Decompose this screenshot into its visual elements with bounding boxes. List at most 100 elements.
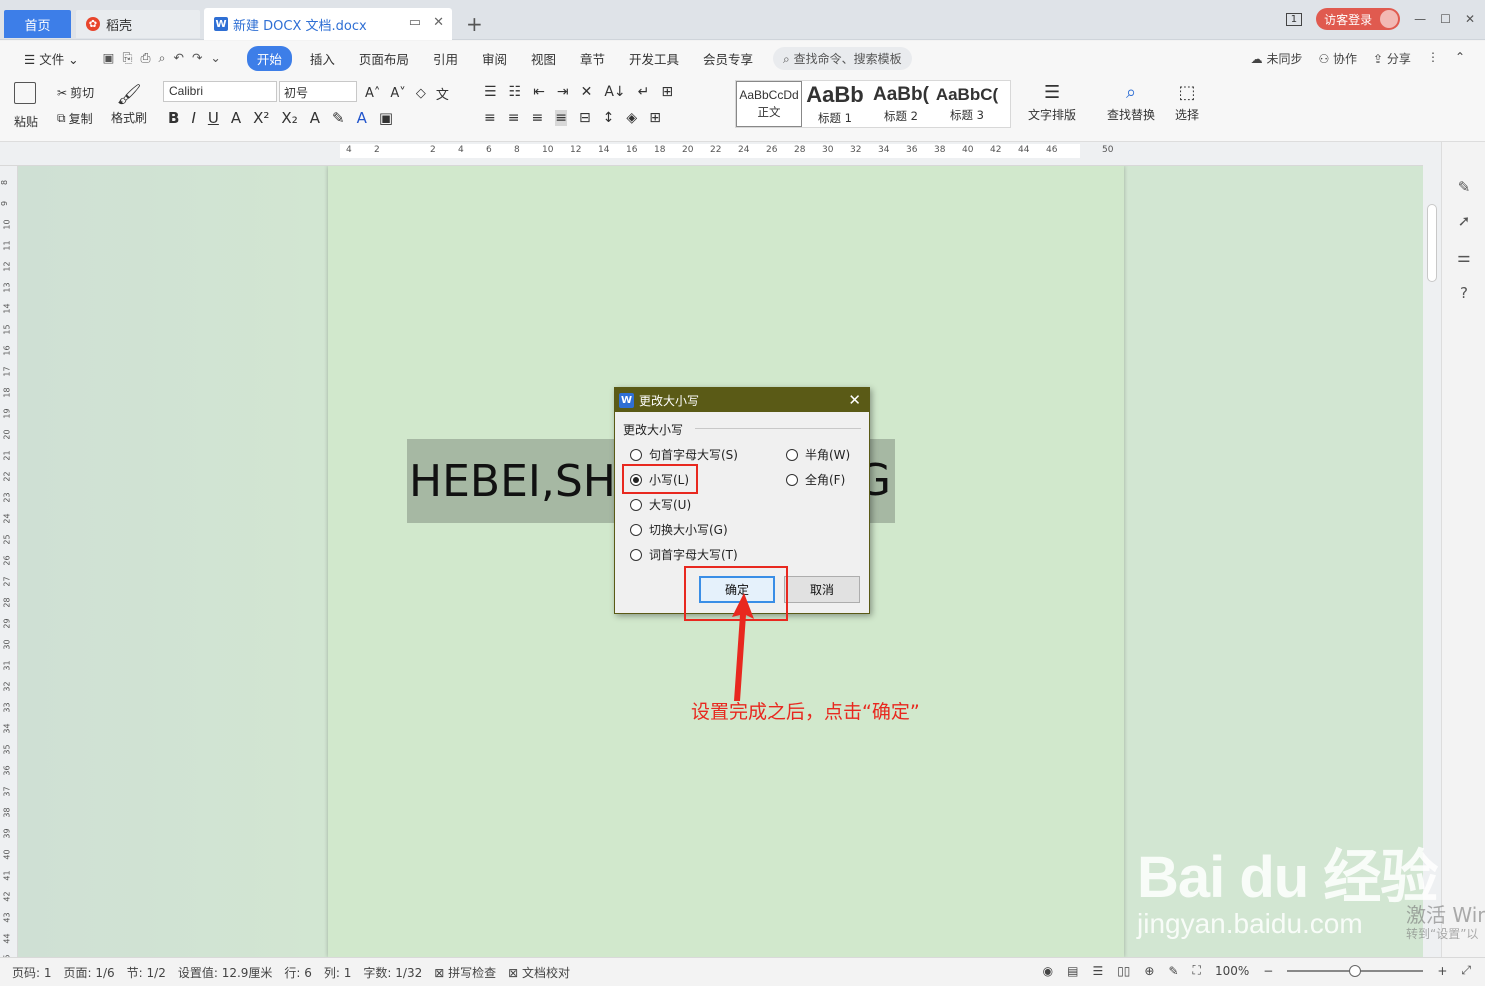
adjust-icon[interactable]: ⚌ (1455, 248, 1473, 266)
tab-close-icon[interactable]: ✕ (433, 15, 444, 30)
cursor-icon[interactable]: ➚ (1455, 212, 1473, 230)
italic-icon[interactable]: I (191, 109, 195, 127)
scrollbar-thumb[interactable] (1427, 204, 1437, 282)
select-button[interactable]: ⬚ 选择 (1175, 82, 1199, 123)
option-sentence-case[interactable]: 句首字母大写(S) (630, 446, 738, 463)
menu-page-layout[interactable]: 页面布局 (359, 49, 409, 68)
radio-full-width[interactable] (786, 473, 798, 486)
window-close-button[interactable]: ✕ (1465, 12, 1475, 26)
style-heading-2[interactable]: AaBb( 标题 2 (868, 81, 934, 127)
menu-review[interactable]: 审阅 (482, 49, 507, 68)
collab-button[interactable]: ⚇ 协作 (1318, 50, 1357, 67)
status-row[interactable]: 行: 6 (284, 964, 312, 981)
distribute-icon[interactable]: ⊟ (579, 110, 591, 126)
spell-check-button[interactable]: ⊠ 拼写检查 (434, 964, 496, 981)
menu-start[interactable]: 开始 (246, 45, 292, 71)
zoom-level[interactable]: 100% (1215, 964, 1249, 978)
show-marks-icon[interactable]: ↵ (638, 84, 650, 100)
numbered-list-icon[interactable]: ☷ (509, 84, 522, 100)
copy-button[interactable]: ⧉ 复制 (57, 110, 93, 127)
option-toggle-case[interactable]: 切换大小写(G) (630, 521, 728, 538)
subscript-icon[interactable]: X₂ (281, 109, 297, 127)
fit-page-icon[interactable]: ⛶ (1193, 963, 1201, 978)
radio-half-width[interactable] (786, 448, 798, 461)
status-col[interactable]: 列: 1 (324, 964, 352, 981)
shading-icon[interactable]: ◈ (626, 110, 637, 126)
pen-icon[interactable]: ✎ (1455, 178, 1473, 196)
minimize-button[interactable]: — (1414, 12, 1426, 26)
fullscreen-icon[interactable]: ⤢ (1461, 963, 1471, 978)
strikethrough-icon[interactable]: A (231, 109, 241, 127)
phonetic-icon[interactable]: 文 (436, 84, 449, 103)
menu-file[interactable]: ☰ 文件 ⌄ (24, 49, 79, 68)
chinese-layout-icon[interactable]: ✕ (581, 84, 593, 100)
table-icon[interactable]: ⊞ (661, 84, 673, 100)
sync-status[interactable]: ☁ 未同步 (1251, 50, 1303, 67)
page-view-icon[interactable]: ▤ (1067, 964, 1078, 978)
option-title-case[interactable]: 词首字母大写(T) (630, 546, 738, 563)
share-button[interactable]: ⇪ 分享 (1373, 50, 1411, 67)
menu-reference[interactable]: 引用 (433, 49, 458, 68)
highlight-icon[interactable]: ✎ (332, 109, 345, 127)
tab-daoke[interactable]: ✿ 稻壳 (76, 10, 200, 38)
format-painter-button[interactable]: 🖌 格式刷 (111, 82, 147, 126)
align-center-icon[interactable]: ≡ (508, 110, 520, 126)
underline-icon[interactable]: U (208, 109, 219, 127)
maximize-button[interactable]: ☐ (1440, 12, 1451, 26)
bold-icon[interactable]: B (168, 109, 179, 127)
status-setting[interactable]: 设置值: 12.9厘米 (178, 964, 273, 981)
new-tab-button[interactable]: + (466, 12, 483, 36)
more-icon[interactable]: ⋮ (1427, 50, 1439, 67)
align-right-icon[interactable]: ≡ (531, 110, 543, 126)
tab-document[interactable]: W 新建 DOCX 文档.docx ▭ ✕ (204, 8, 452, 40)
menu-chapter[interactable]: 章节 (580, 49, 605, 68)
cancel-button[interactable]: 取消 (784, 576, 860, 603)
menu-developer[interactable]: 开发工具 (629, 49, 679, 68)
outline-view-icon[interactable]: ☰ (1092, 964, 1103, 978)
style-heading-3[interactable]: AaBbC( 标题 3 (934, 81, 1000, 127)
horizontal-ruler[interactable]: 4 2 2 4 6 8 10 12 14 16 18 20 22 24 26 28 30 32 34 36 38 40 42… (0, 142, 1485, 166)
option-half-width[interactable]: 半角(W) (786, 446, 850, 463)
superscript-icon[interactable]: X² (253, 109, 269, 127)
menu-view[interactable]: 视图 (531, 49, 556, 68)
shrink-font-icon[interactable]: A˅ (390, 86, 405, 101)
zoom-slider-knob[interactable] (1349, 964, 1362, 977)
borders-icon[interactable]: ⊞ (649, 110, 661, 126)
style-normal[interactable]: AaBbCcDd 正文 (736, 81, 802, 127)
radio-sentence-case[interactable] (630, 448, 642, 461)
radio-toggle-case[interactable] (630, 523, 642, 536)
proofread-button[interactable]: ⊠ 文档校对 (508, 964, 570, 981)
zoom-slider[interactable] (1287, 964, 1424, 977)
zoom-out-icon[interactable]: − (1263, 964, 1273, 978)
menu-insert[interactable]: 插入 (310, 49, 335, 68)
bullet-list-icon[interactable]: ☰ (484, 84, 497, 100)
status-section[interactable]: 节: 1/2 (127, 964, 166, 981)
web-view-icon[interactable]: ⊕ (1144, 964, 1154, 978)
text-effect-icon[interactable]: A (310, 109, 320, 127)
decrease-indent-icon[interactable]: ⇤ (533, 84, 545, 100)
visitor-login-button[interactable]: 访客登录 (1316, 8, 1401, 30)
justify-icon[interactable]: ≡ (555, 110, 567, 126)
font-name-select[interactable]: Calibri (163, 81, 277, 102)
reading-view-icon[interactable]: ▯▯ (1117, 964, 1130, 978)
sort-icon[interactable]: A↓ (604, 84, 625, 100)
help-icon[interactable]: ? (1455, 284, 1473, 302)
clear-format-icon[interactable]: ◇ (416, 86, 426, 101)
tab-pin-icon[interactable]: ▭ (409, 15, 421, 30)
line-spacing-icon[interactable]: ↕ (603, 110, 615, 126)
increase-indent-icon[interactable]: ⇥ (557, 84, 569, 100)
quick-access-icons[interactable]: ▣⎘⎙⌕↶↷⌄ (103, 50, 229, 66)
status-page-number[interactable]: 页码: 1 (12, 964, 52, 981)
command-search[interactable]: ⌕ 查找命令、搜索模板 (773, 46, 912, 70)
style-heading-1[interactable]: AaBb 标题 1 (802, 81, 868, 127)
align-left-icon[interactable]: ≡ (484, 110, 496, 126)
option-full-width[interactable]: 全角(F) (786, 471, 845, 488)
font-color-icon[interactable]: A (357, 109, 367, 127)
option-uppercase[interactable]: 大写(U) (630, 496, 691, 513)
paste-button[interactable]: 粘贴 (14, 82, 38, 130)
write-view-icon[interactable]: ✎ (1168, 964, 1178, 978)
char-border-icon[interactable]: ▣ (379, 109, 393, 127)
radio-title-case[interactable] (630, 548, 642, 561)
grow-font-icon[interactable]: A˄ (365, 86, 380, 101)
page-badge-icon[interactable]: 1 (1285, 12, 1303, 26)
